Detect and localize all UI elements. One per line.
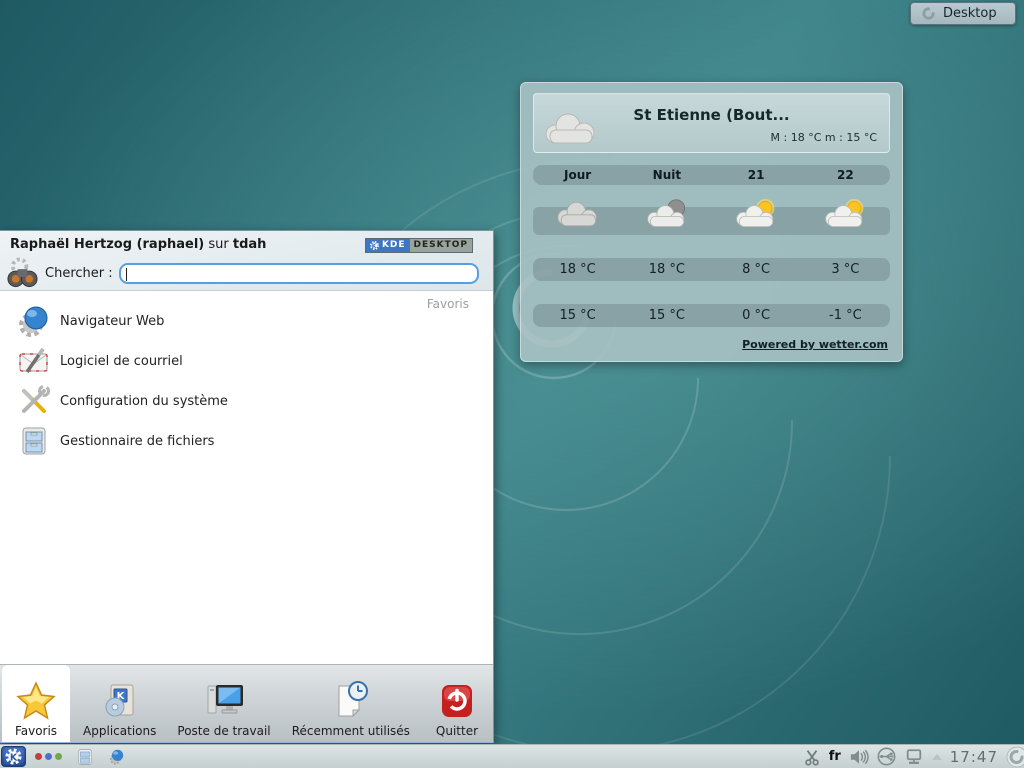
tab-label: Poste de travail [177,724,270,738]
menu-item-label: Gestionnaire de fichiers [60,434,214,449]
tab-label: Récemment utilisés [292,724,410,738]
weather-minmax: M : 18 °C m : 15 °C [771,131,877,144]
tab-applications[interactable]: K Applications [75,665,164,742]
shutdown-icon [436,680,478,722]
tab-favoris[interactable]: Favoris [2,665,70,742]
kickoff-header: Raphaël Hertzog (raphael) sur tdah K KDE… [0,231,493,291]
user-name: Raphaël Hertzog (raphael) [10,237,204,252]
desktop-toolbox-label: Desktop [943,6,997,21]
text-caret [126,268,127,281]
computer-icon [203,680,245,722]
green-dot-icon [55,753,62,760]
weather-condition-icons [533,207,890,235]
low-temp: 15 °C [533,308,622,323]
panel-cashew-icon[interactable] [1006,746,1024,768]
file-manager-icon [76,748,94,766]
applications-icon: K [99,680,141,722]
tab-label: Quitter [436,724,478,738]
search-input[interactable] [119,263,479,284]
kmenu-button[interactable]: K [1,746,26,767]
activity-pager-dots[interactable] [35,753,62,760]
menu-item-label: Configuration du système [60,394,228,409]
low-temp: 15 °C [622,308,711,323]
file-manager-icon [18,425,50,457]
menu-item-label: Logiciel de courriel [60,354,183,369]
weather-col-21: 21 [712,168,801,182]
high-temp: 18 °C [533,262,622,277]
kickoff-favorites-view: Favoris Navigateur Web Logiciel de courr… [0,291,493,664]
network-monitor-icon[interactable] [904,748,924,766]
cloudy-icon [540,110,602,148]
menu-item-web-browser[interactable]: Navigateur Web [0,301,493,341]
menu-item-system-settings[interactable]: Configuration du système [0,381,493,421]
launcher-web-browser[interactable] [108,748,126,766]
kickoff-menu: Raphaël Hertzog (raphael) sur tdah K KDE… [0,230,494,743]
search-label: Chercher : [45,266,113,281]
weather-low-temps: 15 °C 15 °C 0 °C -1 °C [533,304,890,327]
tab-label: Applications [83,724,156,738]
desktop-toolbox-button[interactable]: Desktop [910,2,1016,25]
tray-expand-arrow-icon[interactable] [932,754,942,760]
cloudy-icon [552,197,604,231]
keyboard-layout-indicator[interactable]: fr [829,749,841,764]
weather-header: St Etienne (Bout... M : 18 °C m : 15 °C [533,93,890,153]
tab-recemment-utilises[interactable]: Récemment utilisés [284,665,418,742]
email-icon [18,345,50,377]
kickoff-tab-bar: Favoris K Applications Poste de t [0,664,493,742]
digital-clock[interactable]: 17:47 [950,748,998,766]
system-settings-icon [18,385,50,417]
tab-poste-de-travail[interactable]: Poste de travail [169,665,278,742]
high-temp: 8 °C [712,262,801,277]
high-temp: 3 °C [801,262,890,277]
kde-desktop-badge: K KDE DESKTOP [365,238,473,253]
weather-col-nuit: Nuit [622,168,711,182]
weather-widget: St Etienne (Bout... M : 18 °C m : 15 °C … [520,82,903,362]
weather-col-22: 22 [801,168,890,182]
svg-text:K: K [372,243,377,250]
menu-item-file-manager[interactable]: Gestionnaire de fichiers [0,421,493,461]
badge-kde-label: KDE [382,239,406,252]
cashew-icon [921,6,936,21]
launcher-file-manager[interactable] [76,748,94,766]
low-temp: -1 °C [801,308,890,323]
kde-gear-icon: K [5,748,22,765]
tab-label: Favoris [15,724,57,738]
badge-desktop-label: DESKTOP [410,239,472,252]
wetter-credit-link[interactable]: Powered by wetter.com [742,338,888,351]
web-browser-icon [108,748,126,766]
bottom-panel: K fr [0,744,1024,768]
weather-column-headers: Jour Nuit 21 22 [533,165,890,185]
host-name: tdah [233,237,267,252]
tab-quitter[interactable]: Quitter [423,665,491,742]
menu-item-label: Navigateur Web [60,314,164,329]
low-temp: 0 °C [712,308,801,323]
svg-text:K: K [10,752,18,763]
recent-documents-icon [330,680,372,722]
web-browser-icon [18,305,50,337]
weather-high-temps: 18 °C 18 °C 8 °C 3 °C [533,258,890,281]
weather-col-jour: Jour [533,168,622,182]
red-dot-icon [35,753,42,760]
partly-sunny-icon [819,197,871,231]
blue-dot-icon [45,753,52,760]
system-tray: fr 17:47 [803,746,1024,768]
cloudy-night-icon [641,197,693,231]
search-binoculars-icon [6,257,39,289]
star-icon [15,680,57,722]
menu-item-email[interactable]: Logiciel de courriel [0,341,493,381]
kde-logo-icon: K KDE [366,239,410,252]
user-connector: sur [208,237,228,252]
volume-icon[interactable] [849,748,869,766]
klipper-scissors-icon[interactable] [803,748,821,766]
partly-sunny-icon [730,197,782,231]
section-title: Favoris [427,297,469,311]
device-notifier-usb-icon[interactable] [877,747,896,766]
high-temp: 18 °C [622,262,711,277]
